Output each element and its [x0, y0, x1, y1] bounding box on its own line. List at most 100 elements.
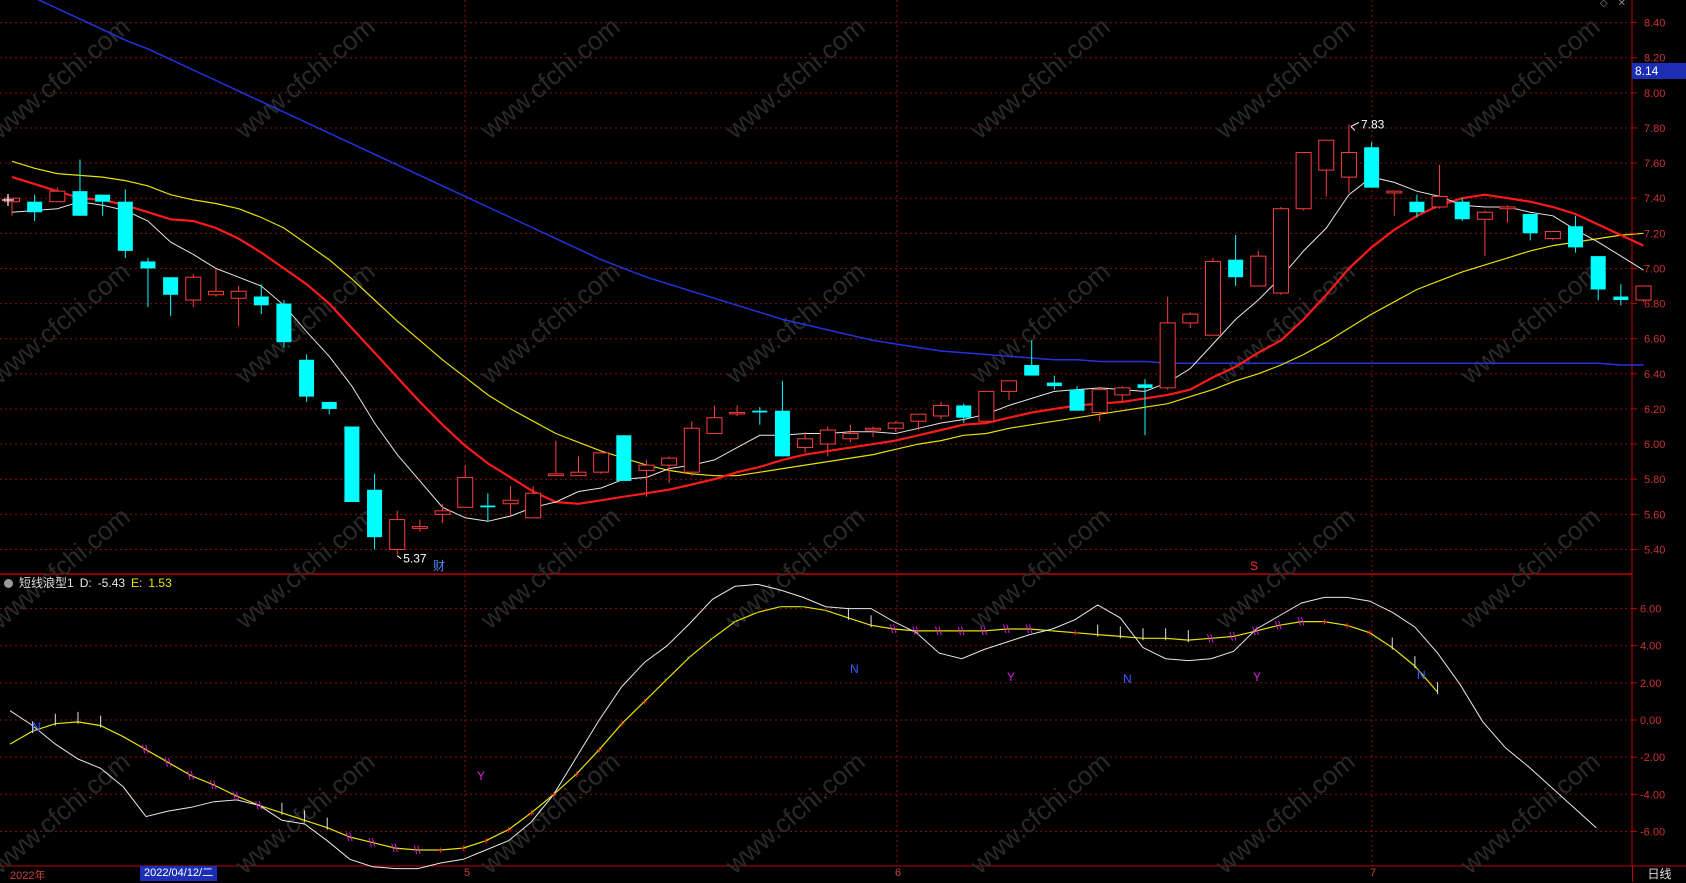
signal-plus: +: [619, 719, 625, 731]
candle-down: [367, 489, 383, 538]
price-tick-label: 8.00: [1644, 88, 1665, 100]
price-tick-label: 5.80: [1644, 474, 1665, 486]
signal-mark: \\: [210, 778, 217, 792]
signal-plus: +: [641, 696, 647, 708]
high-arrow: [1350, 121, 1360, 131]
marker-s: S: [1250, 559, 1258, 573]
indicator-tick-label: -4.00: [1640, 789, 1665, 801]
candle-up: [1499, 206, 1516, 210]
candle-up: [1318, 139, 1335, 171]
candle-up: [706, 417, 723, 435]
signal-mark: \\: [980, 624, 987, 638]
period-button[interactable]: 日线: [1632, 866, 1686, 882]
date-year: 2022年: [10, 870, 46, 882]
candle-up: [389, 519, 406, 550]
signal-mark: \\: [233, 789, 240, 803]
watermark-text: www.cfchi.com: [719, 256, 871, 390]
candle-down: [1613, 296, 1629, 301]
date-selected[interactable]: 2022/04/12/二: [140, 866, 218, 881]
n-marker: N: [850, 662, 859, 676]
signal-plus: +: [574, 769, 580, 781]
signal-dash: -: [732, 616, 736, 628]
candle-down: [299, 359, 315, 397]
candle-down: [1568, 226, 1584, 248]
watermark-text: www.cfchi.com: [1209, 501, 1361, 635]
watermark-text: www.cfchi.com: [0, 256, 136, 390]
candle-up: [1476, 211, 1493, 220]
signal-plus: +: [551, 789, 557, 801]
signal-plus: +: [506, 825, 512, 837]
candle-up: [547, 473, 564, 477]
signal-dash: -: [777, 601, 781, 613]
signal-mark: \\: [1026, 622, 1033, 636]
low-label: 5.37: [403, 552, 427, 566]
signal-plus: +: [596, 745, 602, 757]
signal-mark: \\: [1252, 624, 1259, 638]
candle-down: [140, 261, 156, 269]
signal-mark: \\: [414, 843, 421, 857]
price-tick-label: 6.20: [1644, 404, 1665, 416]
candle-up: [525, 492, 542, 519]
candle-up: [842, 433, 859, 440]
date-month-6: 6: [895, 867, 902, 879]
candle-down: [253, 296, 269, 306]
window-controls[interactable]: ◇ ✕: [1600, 0, 1626, 9]
watermark-text: www.cfchi.com: [964, 746, 1116, 880]
price-tick-label: 7.60: [1644, 158, 1665, 170]
candle-up: [1250, 255, 1267, 287]
signal-mark: \\: [142, 743, 149, 757]
candle-down: [276, 303, 292, 343]
candle-up: [729, 411, 746, 415]
signal-plus: +: [460, 843, 466, 855]
signal-mark: \\: [912, 624, 919, 638]
high-label: 7.83: [1361, 117, 1385, 131]
candle-up: [797, 438, 814, 449]
settings-icon[interactable]: ◇: [1600, 0, 1608, 9]
candle-down: [480, 505, 496, 508]
watermark-text: www.cfchi.com: [1454, 11, 1606, 145]
candle-up: [1001, 380, 1018, 392]
candle-down: [1137, 384, 1153, 388]
annotations: 7.83 5.37 财 S: [2, 117, 1385, 573]
price-tick-label: 6.60: [1644, 334, 1665, 346]
candle-down: [344, 426, 360, 503]
signal-dash: -: [664, 673, 668, 685]
signal-plus: +: [1344, 620, 1350, 632]
candle-up: [1340, 152, 1357, 178]
candle-down: [1409, 201, 1425, 213]
candle-up: [933, 404, 950, 417]
candle-down: [1069, 389, 1085, 411]
watermark-text: www.cfchi.com: [719, 501, 871, 635]
signal-mark: \\: [1003, 622, 1010, 636]
watermark-text: www.cfchi.com: [474, 256, 626, 390]
n-marker: N: [32, 720, 41, 734]
candle-up: [434, 510, 451, 515]
price-tick-label: 7.00: [1644, 263, 1665, 275]
candle-up: [570, 471, 587, 477]
candle-up: [683, 427, 700, 473]
watermark-text: www.cfchi.com: [474, 746, 626, 880]
close-icon[interactable]: ✕: [1618, 0, 1626, 9]
indicator-name[interactable]: 短线浪型1: [19, 575, 74, 591]
watermark-text: www.cfchi.com: [1454, 746, 1606, 880]
signal-mark: \\: [165, 756, 172, 770]
chart-canvas[interactable]: www.cfchi.com www.cfchi.com www.cfchi.com w…: [0, 0, 1686, 882]
candle-up: [1295, 152, 1312, 210]
indicator-tick-label: 6.00: [1640, 604, 1661, 616]
n-marker: N: [1417, 668, 1426, 682]
signal-plus: +: [438, 845, 444, 857]
candle-up: [1114, 387, 1131, 396]
candle-up: [1159, 322, 1176, 389]
candle-up: [819, 429, 836, 445]
candlesticks[interactable]: [4, 124, 1652, 555]
indicator-tick-label: 4.00: [1640, 641, 1661, 653]
candle-down: [774, 410, 790, 457]
indicator-toggle-icon[interactable]: [4, 578, 13, 588]
marker-cai: 财: [433, 559, 445, 573]
candle-up: [661, 457, 678, 466]
candle-up: [185, 276, 202, 301]
candle-down: [616, 435, 632, 481]
signal-mark: \\: [346, 830, 353, 844]
watermark-text: www.cfchi.com: [1209, 746, 1361, 880]
indicator-header: 短线浪型1 D: -5.43 E: 1.53: [4, 575, 172, 591]
